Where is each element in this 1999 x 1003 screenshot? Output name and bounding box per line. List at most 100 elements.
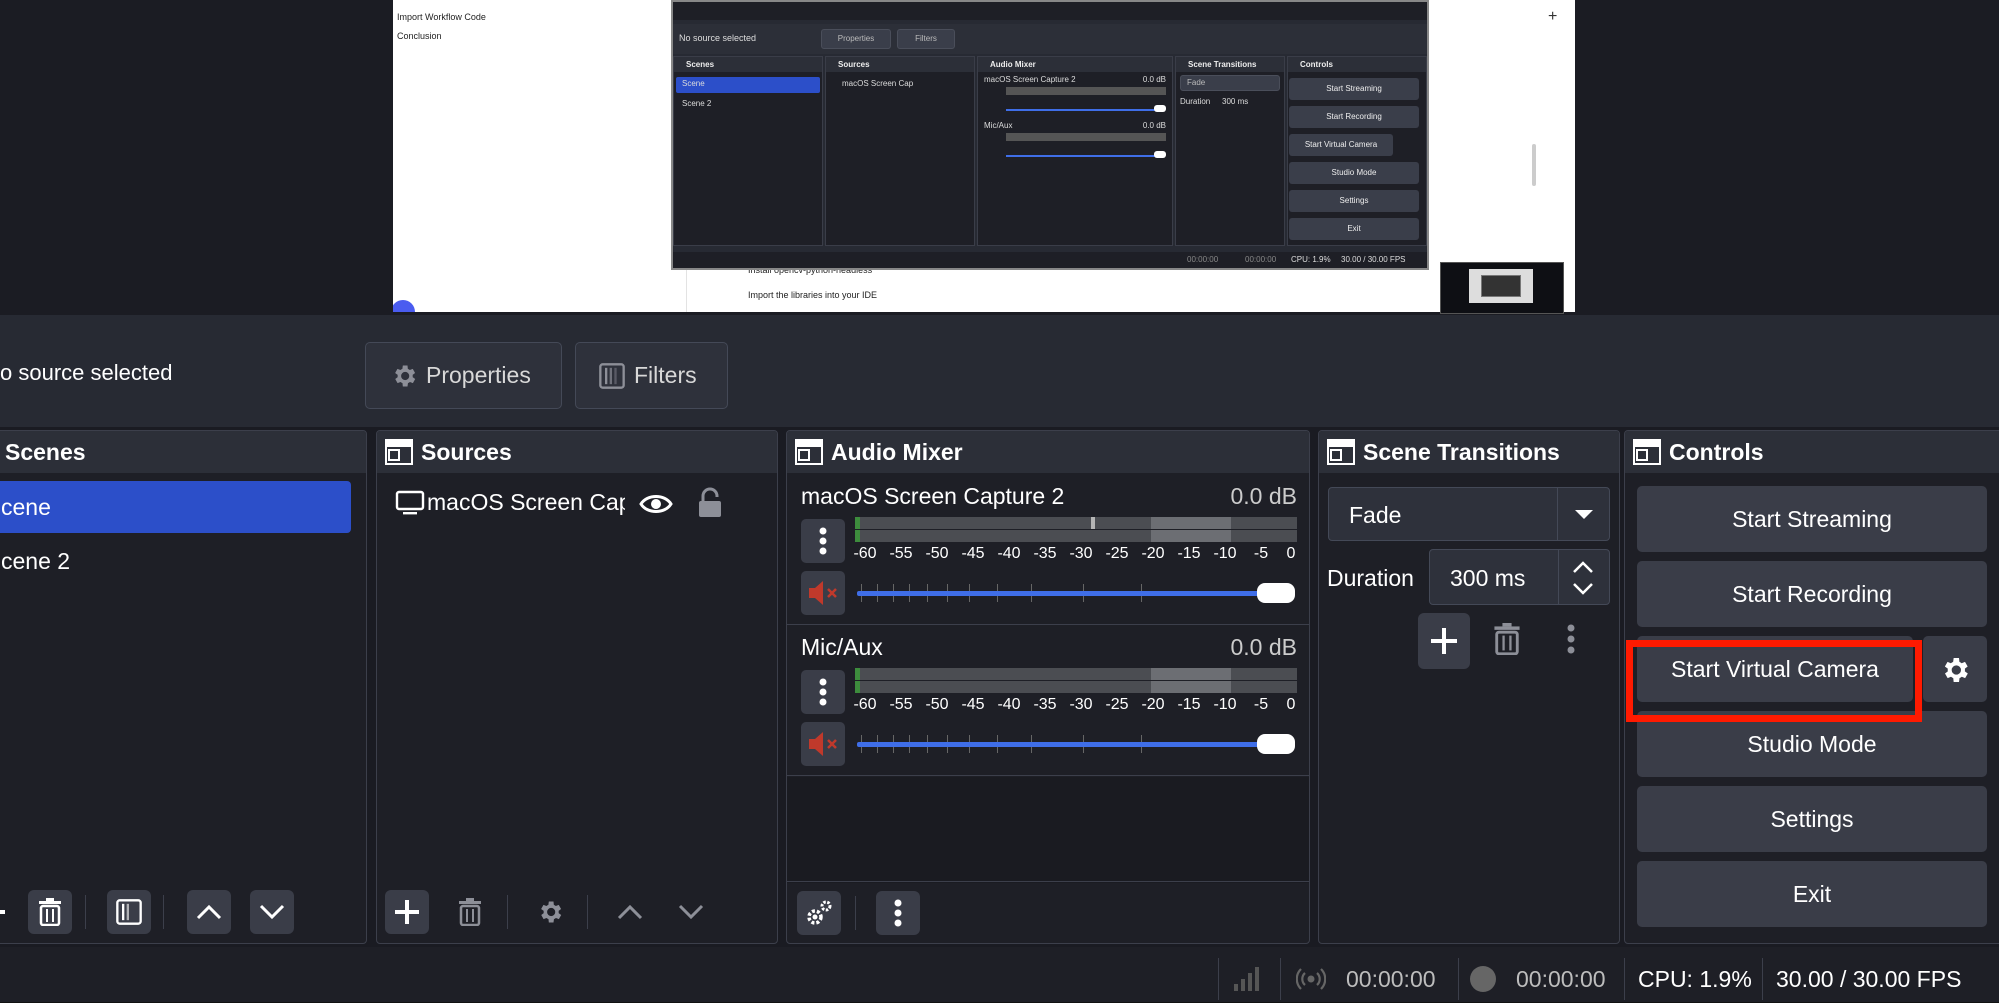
chevron-up-icon [617, 904, 643, 920]
move-scene-down-button[interactable] [250, 890, 294, 934]
meter-level [855, 681, 860, 693]
start-streaming-button[interactable]: Start Streaming [1637, 486, 1987, 552]
properties-button[interactable]: Properties [365, 342, 562, 409]
sources-title: Sources [421, 438, 512, 465]
trash-icon [1494, 623, 1520, 655]
transition-select[interactable]: Fade [1328, 487, 1610, 541]
mini-controls-title: Controls [1288, 57, 1426, 72]
remove-source-button[interactable] [448, 890, 492, 934]
remove-transition-button[interactable] [1485, 617, 1529, 661]
advanced-audio-button[interactable] [797, 891, 841, 935]
mixer-channel: Mic/Aux 0.0 dB -60 -55 -50 -45 -40 -35 - [787, 626, 1309, 776]
meter-level [855, 668, 860, 680]
add-transition-button[interactable] [1418, 613, 1470, 669]
tick-label: -30 [1069, 696, 1093, 713]
remove-scene-button[interactable] [28, 890, 72, 934]
move-scene-up-button[interactable] [187, 890, 231, 934]
source-toolbar [0, 315, 1999, 427]
sources-dock: Sources macOS Screen Capt [376, 430, 778, 944]
fader-knob[interactable] [1257, 583, 1295, 603]
start-recording-button[interactable]: Start Recording [1637, 561, 1987, 627]
preview-canvas[interactable]: Import Workflow Code Conclusion Install … [393, 0, 1575, 312]
mixer-header: Audio Mixer [787, 431, 1309, 473]
dock-icon [795, 439, 823, 465]
mini-mix-name: macOS Screen Capture 2 [984, 75, 1076, 84]
mini-preview-strip [673, 2, 1427, 20]
mini-duration-value: 300 ms [1222, 97, 1249, 106]
mini-mix-db: 0.0 dB [1142, 75, 1166, 84]
scene-item-scene[interactable]: cene [0, 481, 351, 533]
add-scene-button[interactable] [0, 890, 13, 934]
mixer-menu-button[interactable] [876, 891, 920, 935]
visibility-toggle[interactable] [639, 491, 673, 522]
kebab-icon [894, 899, 902, 927]
mini-filters-label: Filters [915, 34, 937, 43]
scene-item-scene-2[interactable]: cene 2 [0, 535, 351, 587]
scene-filters-button[interactable] [107, 890, 151, 934]
tick-label: -20 [1141, 696, 1165, 713]
preview-thumbnail [1440, 262, 1564, 314]
exit-button[interactable]: Exit [1637, 861, 1987, 927]
mini-duration-label: Duration [1180, 97, 1211, 106]
source-properties-button[interactable] [528, 890, 572, 934]
tick-label: -10 [1213, 545, 1237, 562]
tick-label: -40 [997, 696, 1021, 713]
scene-label: cene 2 [1, 548, 71, 574]
scenes-header: Scenes [0, 431, 366, 473]
fader-track [857, 591, 1277, 596]
mini-transitions-dock: Scene Transitions Fade Duration 300 ms [1175, 56, 1285, 246]
meter-level [855, 530, 860, 542]
scenes-title: Scenes [5, 438, 86, 465]
kebab-icon [819, 678, 827, 706]
meter-peak-zone [1151, 681, 1231, 693]
channel-menu-button[interactable] [801, 519, 845, 563]
tick-label: -60 [853, 545, 877, 562]
add-source-button[interactable] [385, 890, 429, 934]
tick-label: -35 [1033, 696, 1057, 713]
tick-label: 0 [1286, 545, 1296, 562]
move-source-up-button[interactable] [608, 890, 652, 934]
tick-label: -55 [889, 696, 913, 713]
settings-button[interactable]: Settings [1637, 786, 1987, 852]
lock-toggle[interactable] [697, 487, 723, 524]
mini-scene-item: Scene [682, 79, 705, 88]
meter-ticks: -60 -55 -50 -45 -40 -35 -30 -25 -20 -15 … [853, 696, 1303, 716]
kebab-icon [1567, 624, 1575, 654]
tick-label: -55 [889, 545, 913, 562]
mini-scenes-dock: Scenes Scene Scene 2 [673, 56, 823, 246]
gear-icon [541, 901, 562, 923]
tick-label: -45 [961, 545, 985, 562]
doc-scrollbar [1532, 144, 1536, 186]
eye-icon [639, 495, 673, 513]
tick-label: -50 [925, 545, 949, 562]
mini-mix-name: Mic/Aux [984, 121, 1013, 130]
filters-label: Filters [634, 362, 697, 388]
mixer-channel: macOS Screen Capture 2 0.0 dB -60 -55 -5… [787, 475, 1309, 625]
source-item-screen-capture[interactable]: macOS Screen Capt [395, 489, 625, 516]
channel-menu-button[interactable] [801, 670, 845, 714]
sources-toolbar [377, 881, 777, 943]
duration-label: Duration [1327, 565, 1414, 591]
scenes-dock: Scenes cene cene 2 [0, 430, 367, 944]
virtual-camera-settings-button[interactable] [1923, 636, 1987, 702]
mini-control-button: Start Recording [1289, 106, 1419, 128]
obs-window: Import Workflow Code Conclusion Install … [0, 0, 1999, 1003]
mute-button[interactable] [801, 571, 845, 615]
tick-label: -5 [1253, 545, 1269, 562]
sources-header: Sources [377, 431, 777, 473]
tick-label: -25 [1105, 696, 1129, 713]
scenes-toolbar [0, 881, 366, 943]
volume-fader[interactable] [857, 732, 1295, 756]
mini-cpu: CPU: 1.9% [1291, 255, 1331, 264]
chevron-up-icon [196, 904, 222, 920]
mute-button[interactable] [801, 722, 845, 766]
transition-menu-button[interactable] [1549, 617, 1593, 661]
duration-spinbox[interactable]: 300 ms [1429, 549, 1610, 605]
dock-icon [385, 439, 413, 465]
filters-button[interactable]: Filters [575, 342, 728, 409]
volume-fader[interactable] [857, 581, 1295, 605]
move-source-down-button[interactable] [669, 890, 713, 934]
mini-fade-select: Fade [1180, 75, 1280, 91]
tick-label: -10 [1213, 696, 1237, 713]
fader-knob[interactable] [1257, 734, 1295, 754]
